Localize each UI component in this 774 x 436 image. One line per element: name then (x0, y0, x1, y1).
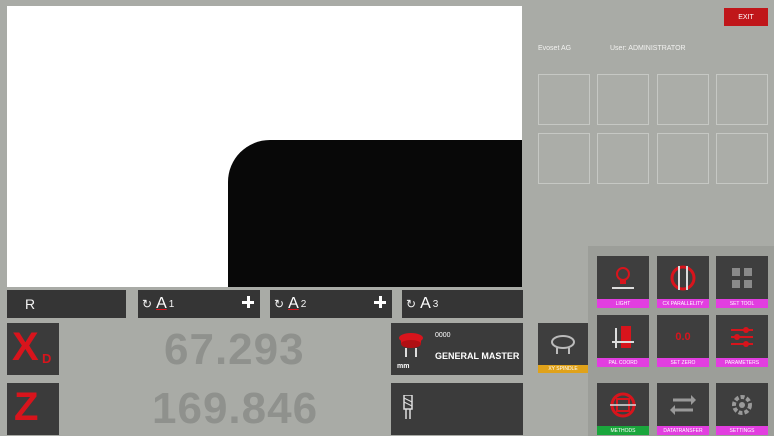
x-axis-badge: X D (7, 323, 59, 375)
gear-icon (716, 383, 768, 426)
sliders-icon (716, 315, 768, 358)
xy-spindle-tile[interactable]: XY SPINDLE (538, 323, 588, 373)
parallelity-tile[interactable]: CX PARALLELITY (657, 256, 709, 308)
light-tile[interactable]: LIGHT (597, 256, 649, 308)
parameters-tile[interactable]: PARAMETERS (716, 315, 768, 367)
xy-spindle-label: XY SPINDLE (538, 365, 588, 373)
tool-unit: mm (397, 363, 410, 370)
spindle-icon (538, 323, 588, 366)
empty-slot[interactable] (716, 133, 768, 184)
rotate-icon: ↻ (274, 297, 285, 311)
set-tool-tile[interactable]: SET TOOL (716, 256, 768, 308)
datatransfer-tile[interactable]: DATATRANSFER (657, 383, 709, 435)
tab-a3-label: A (420, 295, 431, 312)
tab-a2-label: A (288, 295, 299, 312)
x-value: 67.293 (164, 325, 305, 374)
tool-number: 0000 (435, 332, 451, 339)
light-label: LIGHT (597, 299, 649, 308)
empty-slot[interactable] (657, 74, 709, 125)
pal-coord-tile[interactable]: PAL COORD (597, 315, 649, 367)
pallet-coordinate-icon (597, 315, 649, 358)
tab-a3-sub: 3 (432, 298, 439, 310)
exit-button[interactable]: EXIT (724, 8, 768, 26)
set-zero-icon: 0.0 (657, 315, 709, 358)
tab-a2-sub: 2 (300, 298, 307, 310)
add-icon[interactable] (374, 296, 386, 308)
tool-holder-icon (397, 331, 425, 366)
x-axis-label: X (12, 325, 39, 369)
tab-a1[interactable]: ↻ A 1 (138, 290, 260, 318)
tab-a2[interactable]: ↻ A 2 (270, 290, 392, 318)
parameters-label: PARAMETERS (716, 358, 768, 367)
methods-tile[interactable]: METHODS (597, 383, 649, 435)
datatransfer-label: DATATRANSFER (657, 426, 709, 435)
company-name: Evoset AG (538, 45, 572, 52)
set-zero-value: 0.0 (675, 330, 691, 343)
camera-view (7, 6, 522, 287)
add-icon[interactable] (242, 296, 254, 308)
tab-r[interactable]: R (7, 290, 126, 318)
parallelity-label: CX PARALLELITY (657, 299, 709, 308)
transfer-arrows-icon (657, 383, 709, 426)
empty-slot[interactable] (538, 74, 590, 125)
pal-coord-label: PAL COORD (597, 358, 649, 367)
parallelity-icon (657, 256, 709, 299)
empty-slot[interactable] (716, 74, 768, 125)
tool-info[interactable]: 0000 GENERAL MASTER mm (391, 323, 523, 375)
set-tool-label: SET TOOL (716, 299, 768, 308)
settings-label: SETTINGS (716, 426, 768, 435)
tab-a1-label: A (156, 295, 167, 312)
rotate-icon: ↻ (406, 297, 417, 311)
empty-slot[interactable] (597, 133, 649, 184)
light-bulb-icon (597, 256, 649, 299)
tab-a3[interactable]: ↻ A 3 (402, 290, 523, 318)
set-zero-tile[interactable]: 0.0 SET ZERO (657, 315, 709, 367)
rotate-icon: ↻ (142, 297, 153, 311)
empty-slot[interactable] (597, 74, 649, 125)
x-axis-sub: D (42, 351, 52, 366)
methods-label: METHODS (597, 426, 649, 435)
z-value: 169.846 (152, 384, 319, 433)
z-axis-label: Z (14, 385, 39, 429)
grid-icon (716, 256, 768, 299)
tool-silhouette (228, 140, 522, 287)
drill-icon (401, 394, 415, 426)
tool-name: GENERAL MASTER (435, 351, 520, 361)
set-zero-label: SET ZERO (657, 358, 709, 367)
user-name: User: ADMINISTRATOR (610, 45, 686, 52)
tool-detail[interactable] (391, 383, 523, 435)
empty-slot[interactable] (657, 133, 709, 184)
empty-slot[interactable] (538, 133, 590, 184)
tab-r-label: R (25, 296, 36, 312)
tab-a1-sub: 1 (168, 298, 175, 310)
methods-icon (597, 383, 649, 426)
z-axis-badge: Z (7, 383, 59, 435)
settings-tile[interactable]: SETTINGS (716, 383, 768, 435)
